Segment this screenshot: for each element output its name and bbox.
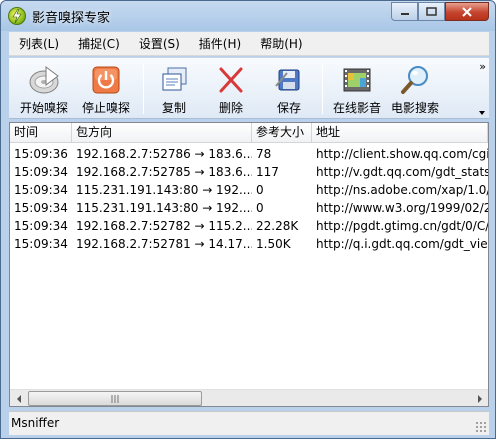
cell-direction: 192.168.2.7:52782 → 115.2... [76, 219, 252, 233]
horizontal-scrollbar[interactable] [10, 389, 488, 406]
stop-sniff-label: 停止嗅探 [81, 101, 130, 115]
save-button[interactable]: 保存 [267, 62, 311, 116]
status-text: Msniffer [11, 416, 60, 430]
left-arrow-icon [16, 394, 21, 403]
start-sniff-button[interactable]: 开始嗅探 [15, 62, 73, 116]
power-icon [90, 64, 122, 96]
movie-search-label: 电影搜索 [390, 101, 439, 115]
cell-address: http://v.gdt.qq.com/gdt_stats [316, 165, 488, 179]
title-bar[interactable]: 影音嗅探专家 [1, 1, 495, 31]
column-address[interactable]: 地址 [312, 123, 488, 143]
cell-direction: 192.168.2.7:52785 → 183.6... [76, 165, 252, 179]
cell-time: 15:09:34 [14, 201, 68, 215]
resize-grip-icon[interactable] [475, 421, 487, 433]
table-row[interactable]: 15:09:34 192.168.2.7:52782 → 115.2... 22… [10, 217, 488, 235]
menu-settings[interactable]: 设置(S) [129, 33, 189, 55]
packet-list[interactable]: 时间 包方向 参考大小 地址 15:09:36 192.168.2.7:5278… [9, 122, 489, 407]
copy-icon [158, 64, 190, 96]
cell-size: 0 [256, 183, 264, 197]
close-button[interactable] [445, 2, 489, 21]
cell-address: http://ns.adobe.com/xap/1.0/ [316, 183, 488, 197]
toolbar: 开始嗅探 停止嗅探 复制 删除 保存 在线影音 电影搜索 » [9, 57, 489, 119]
main-window: 影音嗅探专家 列表(L) 捕捉(C) 设置(S) 插件(H) 帮助(H) 开始嗅… [0, 0, 496, 439]
column-size[interactable]: 参考大小 [252, 123, 312, 143]
menu-list[interactable]: 列表(L) [9, 33, 68, 55]
right-arrow-icon [477, 394, 482, 403]
movie-search-button[interactable]: 电影搜索 [387, 62, 443, 116]
online-media-button[interactable]: 在线影音 [329, 62, 385, 116]
copy-button[interactable]: 复制 [152, 62, 196, 116]
toolbar-overflow-button[interactable]: » [479, 60, 486, 73]
cell-size: 78 [256, 147, 272, 161]
copy-label: 复制 [161, 101, 186, 115]
cell-size: 117 [256, 165, 279, 179]
delete-label: 删除 [218, 101, 243, 115]
toolbar-separator [143, 64, 144, 114]
cell-time: 15:09:34 [14, 219, 68, 233]
maximize-button[interactable] [418, 2, 445, 21]
cell-time: 15:09:34 [14, 237, 68, 251]
menu-help[interactable]: 帮助(H) [250, 33, 311, 55]
floppy-save-icon [273, 64, 305, 96]
magnifier-icon [399, 64, 431, 96]
save-label: 保存 [276, 101, 301, 115]
film-icon [341, 64, 373, 96]
cell-direction: 192.168.2.7:52786 → 183.6... [76, 147, 252, 161]
menu-plugins[interactable]: 插件(H) [189, 33, 250, 55]
status-bar: Msniffer [9, 411, 489, 435]
cell-size: 1.50K [256, 237, 291, 251]
menu-capture[interactable]: 捕捉(C) [68, 33, 129, 55]
cell-direction: 115.231.191.143:80 → 192.... [76, 201, 252, 215]
table-row[interactable]: 15:09:34 192.168.2.7:52781 → 14.17.... 1… [10, 235, 488, 253]
toolbar-dropdown-icon[interactable] [479, 111, 485, 115]
cell-time: 15:09:34 [14, 183, 68, 197]
lightning-app-icon [8, 7, 26, 25]
minimize-button[interactable] [391, 2, 418, 21]
cell-time: 15:09:36 [14, 147, 68, 161]
window-title: 影音嗅探专家 [32, 11, 111, 26]
table-row[interactable]: 15:09:34 115.231.191.143:80 → 192.... 0 … [10, 199, 488, 217]
cell-time: 15:09:34 [14, 165, 68, 179]
stop-sniff-button[interactable]: 停止嗅探 [77, 62, 135, 116]
list-header: 时间 包方向 参考大小 地址 [10, 123, 488, 143]
delete-button[interactable]: 删除 [209, 62, 253, 116]
column-time[interactable]: 时间 [10, 123, 72, 143]
scrollbar-thumb[interactable] [28, 391, 202, 406]
cell-direction: 192.168.2.7:52781 → 14.17.... [76, 237, 252, 251]
cell-address: http://www.w3.org/1999/02/2 [316, 201, 488, 215]
table-row[interactable]: 15:09:34 192.168.2.7:52785 → 183.6... 11… [10, 163, 488, 181]
cell-size: 0 [256, 201, 264, 215]
delete-x-icon [215, 64, 247, 96]
disc-icon [28, 64, 60, 96]
column-direction[interactable]: 包方向 [72, 123, 252, 143]
online-media-label: 在线影音 [332, 101, 381, 115]
table-row[interactable]: 15:09:36 192.168.2.7:52786 → 183.6... 78… [10, 145, 488, 163]
cell-address: http://client.show.qq.com/cgi- [316, 147, 488, 161]
cell-address: http://pgdt.gtimg.cn/gdt/0/C/ [316, 219, 488, 233]
cell-size: 22.28K [256, 219, 299, 233]
menu-bar: 列表(L) 捕捉(C) 设置(S) 插件(H) 帮助(H) [9, 32, 489, 56]
cell-direction: 115.231.191.143:80 → 192.... [76, 183, 252, 197]
cell-address: http://q.i.gdt.qq.com/gdt_view [316, 237, 488, 251]
scroll-left-button[interactable] [10, 390, 27, 406]
scroll-right-button[interactable] [471, 390, 488, 406]
start-sniff-label: 开始嗅探 [19, 101, 68, 115]
table-row[interactable]: 15:09:34 115.231.191.143:80 → 192.... 0 … [10, 181, 488, 199]
toolbar-separator [322, 64, 323, 114]
grip-lines-icon [111, 395, 119, 403]
